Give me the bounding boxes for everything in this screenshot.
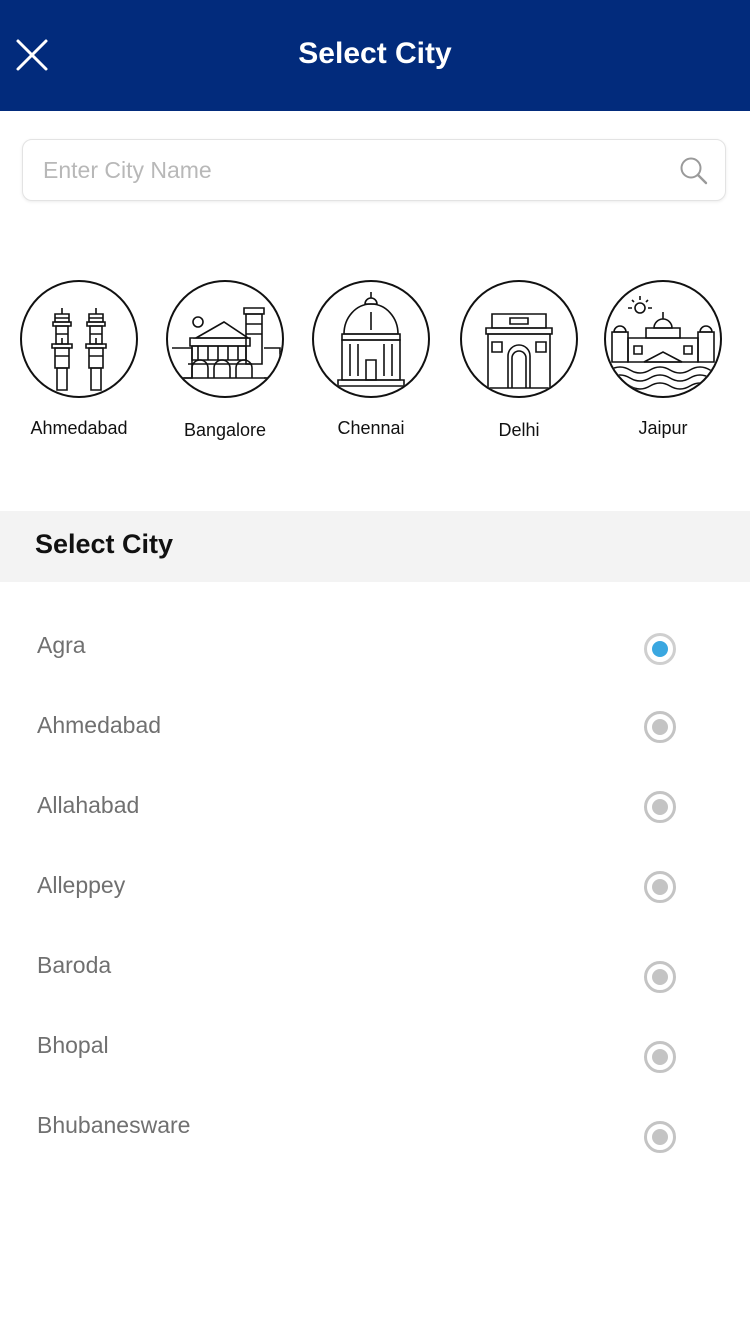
search-box[interactable]	[22, 139, 726, 201]
city-option-bhubanesware[interactable]: Bhubanesware	[0, 1088, 750, 1168]
radio-dot	[652, 969, 668, 985]
city-label: Baroda	[37, 952, 112, 978]
radio-dot	[652, 719, 668, 735]
popular-city-name: Jaipur	[638, 418, 688, 438]
popular-city-name: Chennai	[337, 418, 405, 438]
city-option-ahmedabad[interactable]: Ahmedabad	[0, 688, 750, 768]
radio-dot	[652, 879, 668, 895]
city-label: Allahabad	[37, 792, 140, 818]
city-option-baroda[interactable]: Baroda	[0, 928, 750, 1008]
radio-dot	[652, 1049, 668, 1065]
popular-city-name: Bangalore	[183, 420, 267, 440]
radio-button[interactable]	[644, 791, 676, 823]
ahmedabad-minarets-icon	[20, 280, 138, 398]
radio-button[interactable]	[644, 711, 676, 743]
popular-city-ahmedabad[interactable]: Ahmedabad	[6, 278, 152, 448]
city-label: Alleppey	[37, 872, 126, 898]
radio-dot	[652, 799, 668, 815]
popular-city-bangalore[interactable]: Bangalore	[152, 278, 298, 448]
popular-city-jaipur[interactable]: Jaipur	[590, 278, 736, 448]
radio-button[interactable]	[644, 871, 676, 903]
india-gate-icon	[460, 280, 578, 398]
city-label: Bhopal	[37, 1032, 109, 1058]
jaipur-palace-icon	[604, 280, 722, 398]
section-header: Select City	[0, 511, 750, 582]
radio-button[interactable]	[644, 1041, 676, 1073]
radio-button-selected[interactable]	[644, 633, 676, 665]
city-label: Bhubanesware	[37, 1112, 191, 1138]
radio-button[interactable]	[644, 1121, 676, 1153]
app-header: Select City	[0, 0, 750, 111]
city-option-allahabad[interactable]: Allahabad	[0, 768, 750, 848]
city-option-alleppey[interactable]: Alleppey	[0, 848, 750, 928]
popular-city-name: Ahmedabad	[30, 418, 128, 438]
popular-city-name: Delhi	[498, 420, 540, 440]
bangalore-palace-icon	[166, 280, 284, 398]
search-icon[interactable]	[679, 156, 709, 186]
radio-dot	[652, 641, 668, 657]
city-label: Agra	[37, 632, 86, 658]
radio-button[interactable]	[644, 961, 676, 993]
page-title: Select City	[298, 37, 452, 70]
radio-dot	[652, 1129, 668, 1145]
popular-cities: Ahmedabad Bangalore Chennai Delhi Jaipur	[0, 278, 750, 448]
search-input[interactable]	[43, 140, 663, 200]
city-option-agra[interactable]: Agra	[0, 608, 750, 688]
city-option-bhopal[interactable]: Bhopal	[0, 1008, 750, 1088]
city-label: Ahmedabad	[37, 712, 162, 738]
chennai-building-icon	[312, 280, 430, 398]
popular-city-delhi[interactable]: Delhi	[446, 278, 592, 448]
section-title: Select City	[35, 529, 174, 559]
popular-city-chennai[interactable]: Chennai	[298, 278, 444, 448]
